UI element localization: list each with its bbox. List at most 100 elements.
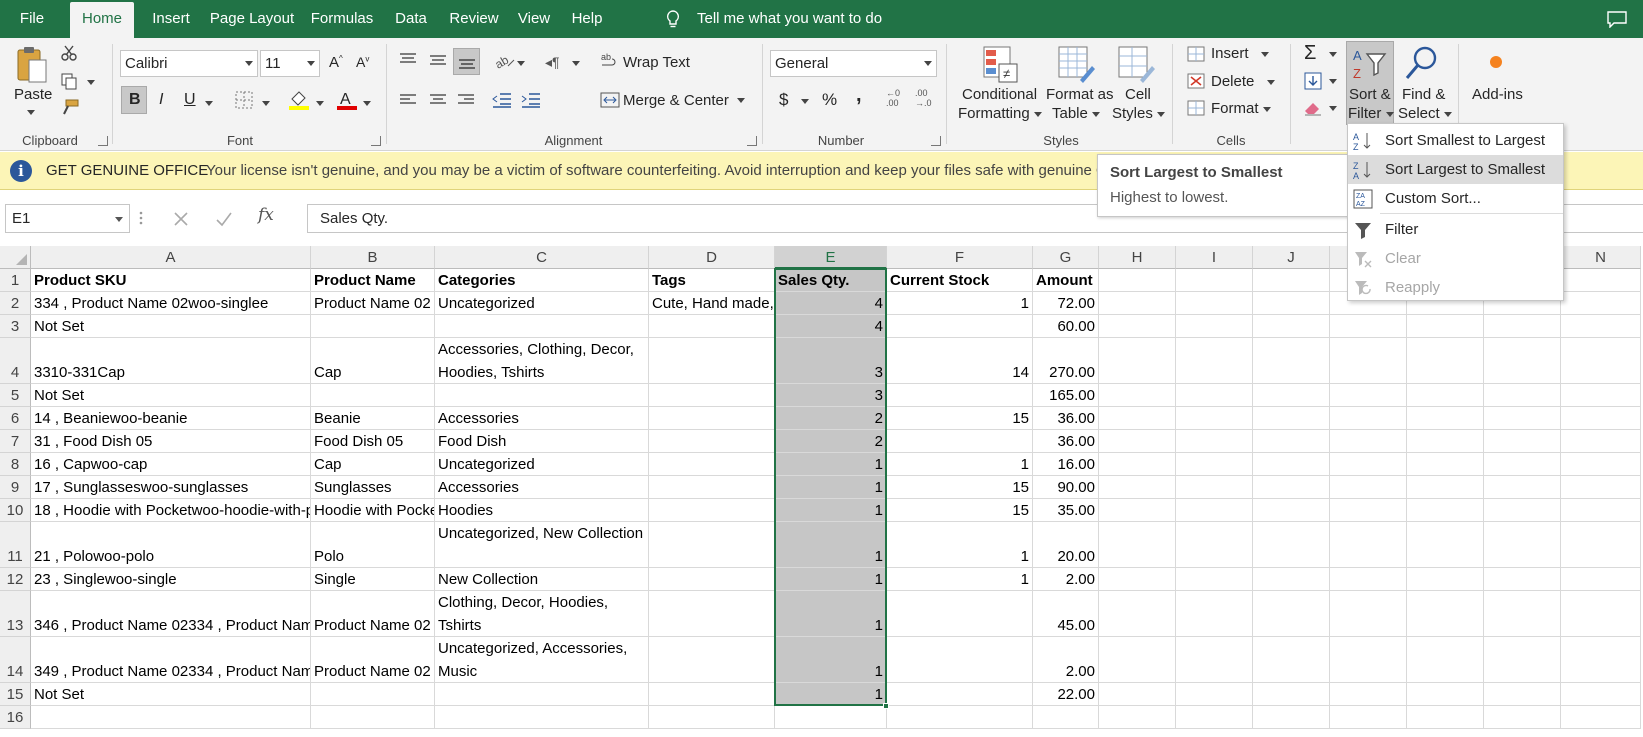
- cell-a9[interactable]: 17 , Sunglasseswoo-sunglasses: [31, 476, 311, 499]
- fill-dropdown[interactable]: [1329, 79, 1337, 84]
- cell-d12[interactable]: [649, 568, 775, 591]
- cell-f3[interactable]: [887, 315, 1033, 338]
- text-direction-dropdown[interactable]: [572, 61, 580, 66]
- header-cell-i[interactable]: [1176, 269, 1253, 292]
- cell-m9[interactable]: [1484, 476, 1561, 499]
- cell-g14[interactable]: 2.00: [1033, 637, 1099, 683]
- cell-a15[interactable]: Not Set: [31, 683, 311, 706]
- cell-a12[interactable]: 23 , Singlewoo-single: [31, 568, 311, 591]
- header-cell-e[interactable]: Sales Qty.: [775, 269, 887, 292]
- cell-m14[interactable]: [1484, 637, 1561, 683]
- cell-m16[interactable]: [1484, 706, 1561, 729]
- text-direction-icon[interactable]: ◂¶: [545, 54, 560, 71]
- font-launcher[interactable]: [371, 136, 381, 146]
- cell-k12[interactable]: [1330, 568, 1407, 591]
- cell-j8[interactable]: [1253, 453, 1330, 476]
- column-header-d[interactable]: D: [649, 246, 775, 269]
- cell-n3[interactable]: [1561, 315, 1641, 338]
- cell-l5[interactable]: [1407, 384, 1484, 407]
- cell-n8[interactable]: [1561, 453, 1641, 476]
- cell-e4[interactable]: 3: [775, 338, 887, 384]
- align-center-icon[interactable]: [428, 93, 448, 107]
- tab-review[interactable]: Review: [442, 0, 506, 38]
- cell-i11[interactable]: [1176, 522, 1253, 568]
- cell-h3[interactable]: [1099, 315, 1176, 338]
- cell-b14[interactable]: Product Name 02: [311, 637, 435, 683]
- cell-g5[interactable]: 165.00: [1033, 384, 1099, 407]
- align-right-icon[interactable]: [456, 93, 476, 107]
- row-header[interactable]: 16: [0, 706, 31, 729]
- cell-f9[interactable]: 15: [887, 476, 1033, 499]
- menu-custom-sort[interactable]: ZA AZ Custom Sort...: [1348, 184, 1563, 213]
- cell-e16[interactable]: [775, 706, 887, 729]
- cell-e14[interactable]: 1: [775, 637, 887, 683]
- menu-sort-descending[interactable]: ZA Sort Largest to Smallest: [1348, 155, 1563, 184]
- row-header[interactable]: 8: [0, 453, 31, 476]
- merge-center-button[interactable]: Merge & Center: [623, 92, 729, 109]
- number-format-combo[interactable]: General: [770, 50, 937, 77]
- underline-dropdown[interactable]: [205, 101, 213, 106]
- column-header-b[interactable]: B: [311, 246, 435, 269]
- insert-function-icon[interactable]: fx: [258, 205, 274, 225]
- more-dots-icon[interactable]: [138, 210, 144, 226]
- cell-h14[interactable]: [1099, 637, 1176, 683]
- cell-j14[interactable]: [1253, 637, 1330, 683]
- header-cell-n[interactable]: [1561, 269, 1641, 292]
- cell-i13[interactable]: [1176, 591, 1253, 637]
- cell-e2[interactable]: 4: [775, 292, 887, 315]
- cell-g16[interactable]: [1033, 706, 1099, 729]
- cancel-icon[interactable]: [172, 210, 190, 228]
- column-header-n[interactable]: N: [1561, 246, 1641, 269]
- cell-c9[interactable]: Accessories: [435, 476, 649, 499]
- cell-k13[interactable]: [1330, 591, 1407, 637]
- cell-c15[interactable]: [435, 683, 649, 706]
- find-select-label-1[interactable]: Find &: [1402, 86, 1445, 103]
- column-header-g[interactable]: G: [1033, 246, 1099, 269]
- orientation-icon[interactable]: ab: [494, 52, 516, 70]
- wrap-text-button[interactable]: Wrap Text: [623, 54, 690, 71]
- cell-b5[interactable]: [311, 384, 435, 407]
- cell-l8[interactable]: [1407, 453, 1484, 476]
- cell-h13[interactable]: [1099, 591, 1176, 637]
- format-painter-icon[interactable]: [60, 98, 80, 116]
- cell-f15[interactable]: [887, 683, 1033, 706]
- cell-h7[interactable]: [1099, 430, 1176, 453]
- copy-icon[interactable]: [60, 72, 78, 90]
- header-cell-f[interactable]: Current Stock: [887, 269, 1033, 292]
- top-align-icon[interactable]: [398, 52, 418, 68]
- cell-b13[interactable]: Product Name 02: [311, 591, 435, 637]
- cell-h8[interactable]: [1099, 453, 1176, 476]
- cell-j6[interactable]: [1253, 407, 1330, 430]
- cell-m6[interactable]: [1484, 407, 1561, 430]
- cell-b12[interactable]: Single: [311, 568, 435, 591]
- cell-d15[interactable]: [649, 683, 775, 706]
- cell-m3[interactable]: [1484, 315, 1561, 338]
- cell-g7[interactable]: 36.00: [1033, 430, 1099, 453]
- cell-l10[interactable]: [1407, 499, 1484, 522]
- autosum-icon[interactable]: Σ: [1304, 42, 1316, 65]
- cell-j7[interactable]: [1253, 430, 1330, 453]
- cell-n6[interactable]: [1561, 407, 1641, 430]
- row-header[interactable]: 14: [0, 637, 31, 683]
- cell-a13[interactable]: 346 , Product Name 02334 , Product Name …: [31, 591, 311, 637]
- cell-k6[interactable]: [1330, 407, 1407, 430]
- italic-button[interactable]: I: [159, 91, 163, 109]
- header-cell-b[interactable]: Product Name: [311, 269, 435, 292]
- cell-c11[interactable]: Uncategorized, New Collection: [435, 522, 649, 568]
- font-color-dropdown[interactable]: [363, 101, 371, 106]
- cell-k16[interactable]: [1330, 706, 1407, 729]
- cell-m7[interactable]: [1484, 430, 1561, 453]
- cell-d10[interactable]: [649, 499, 775, 522]
- cell-e10[interactable]: 1: [775, 499, 887, 522]
- cell-e11[interactable]: 1: [775, 522, 887, 568]
- tab-file[interactable]: File: [6, 0, 58, 38]
- cell-h5[interactable]: [1099, 384, 1176, 407]
- alignment-launcher[interactable]: [747, 136, 757, 146]
- row-header[interactable]: 10: [0, 499, 31, 522]
- delete-cells-button[interactable]: Delete: [1211, 73, 1275, 90]
- cell-g13[interactable]: 45.00: [1033, 591, 1099, 637]
- cell-a11[interactable]: 21 , Polowoo-polo: [31, 522, 311, 568]
- cell-l13[interactable]: [1407, 591, 1484, 637]
- format-as-table-label-1[interactable]: Format as: [1046, 86, 1114, 103]
- cell-d11[interactable]: [649, 522, 775, 568]
